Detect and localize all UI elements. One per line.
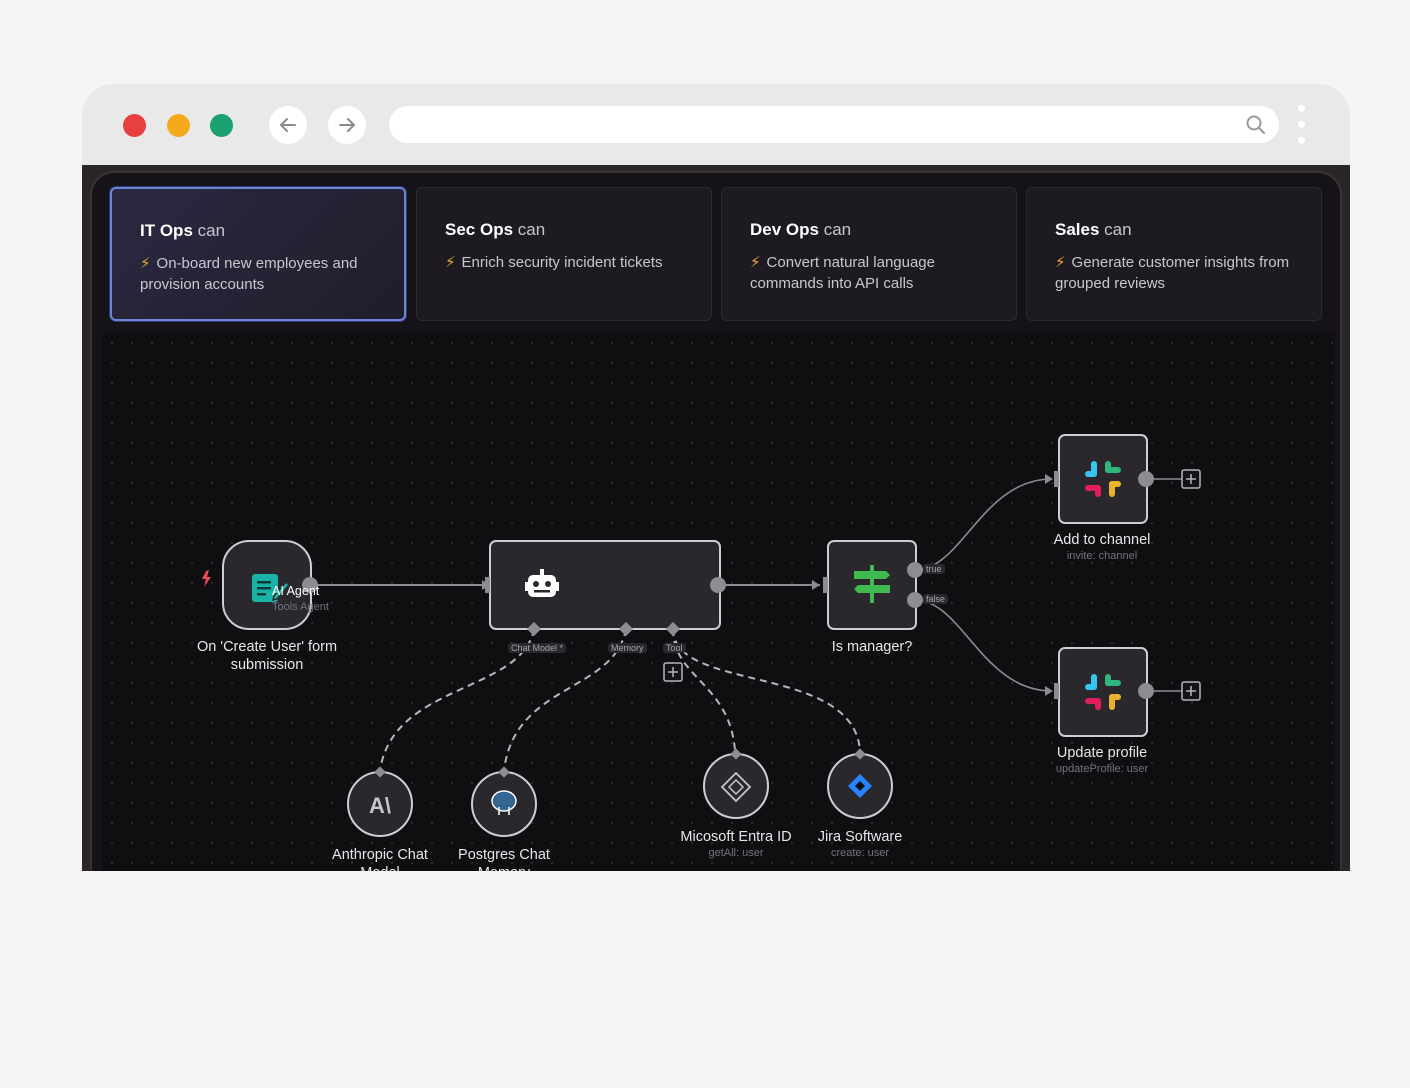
trigger-label: On 'Create User' form submission — [196, 639, 338, 673]
lightning-icon: ⚡ — [1055, 254, 1066, 271]
maximize-window-button[interactable] — [210, 114, 233, 137]
card-team: Sales — [1055, 220, 1100, 239]
entra-label: Micosoft Entra ID — [680, 829, 792, 845]
lightning-icon: ⚡ — [750, 254, 761, 271]
slack-node-add-channel[interactable] — [1058, 434, 1148, 524]
page-viewport: IT Ops can ⚡ On-board new employees and p… — [82, 165, 1350, 871]
card-team: IT Ops — [140, 221, 193, 240]
forward-button[interactable] — [328, 106, 366, 144]
arrow-right-icon — [339, 118, 355, 132]
arrow-left-icon — [280, 118, 296, 132]
lightning-icon: ⚡ — [140, 255, 151, 272]
card-description: Enrich security incident tickets — [461, 254, 663, 271]
card-suffix: can — [1104, 220, 1132, 239]
tool-port-label: Tool — [663, 643, 686, 653]
browser-window: IT Ops can ⚡ On-board new employees and p… — [82, 84, 1350, 871]
jira-label: Jira Software — [817, 829, 903, 845]
lightning-icon: ⚡ — [445, 254, 456, 271]
if-label: Is manager? — [831, 639, 913, 655]
card-team: Dev Ops — [750, 220, 819, 239]
card-description: Convert natural language commands into A… — [750, 254, 935, 292]
search-icon[interactable] — [1245, 114, 1267, 136]
workflow-showcase: IT Ops can ⚡ On-board new employees and p… — [90, 171, 1342, 871]
slack2-sub: updateProfile: user — [1055, 763, 1149, 775]
browser-toolbar — [82, 84, 1350, 165]
agent-title: AI Agent — [272, 584, 320, 598]
ai-agent-node[interactable] — [489, 540, 721, 630]
entra-node[interactable] — [703, 753, 769, 819]
slack-node-update-profile[interactable] — [1058, 647, 1148, 737]
card-description: On-board new employees and provision acc… — [140, 255, 358, 293]
more-options-icon[interactable] — [1298, 105, 1306, 145]
back-button[interactable] — [269, 106, 307, 144]
card-suffix: can — [197, 221, 226, 240]
entra-sub: getAll: user — [708, 847, 764, 859]
card-team: Sec Ops — [445, 220, 514, 239]
slack2-label: Update profile — [1056, 745, 1148, 761]
use-case-card-sec-ops[interactable]: Sec Ops can ⚡ Enrich security incident ti… — [416, 187, 712, 321]
use-case-card-sales[interactable]: Sales can ⚡ Generate customer insights fr… — [1026, 187, 1322, 321]
false-branch-label: false — [923, 594, 949, 604]
use-case-card-it-ops[interactable]: IT Ops can ⚡ On-board new employees and p… — [110, 187, 406, 321]
close-window-button[interactable] — [123, 114, 146, 137]
workflow-canvas[interactable]: A\ AI Agent Tools Agent On 'Create User'… — [102, 333, 1334, 871]
anthropic-icon: A\ — [369, 793, 391, 818]
slack1-label: Add to channel — [1053, 532, 1151, 548]
jira-sub: create: user — [830, 847, 890, 859]
minimize-window-button[interactable] — [167, 114, 190, 137]
card-description: Generate customer insights from grouped … — [1055, 254, 1290, 292]
slack1-sub: invite: channel — [1066, 550, 1138, 562]
use-case-card-dev-ops[interactable]: Dev Ops can ⚡ Convert natural language co… — [721, 187, 1017, 321]
memory-port-label: Memory — [608, 643, 647, 653]
card-suffix: can — [823, 220, 852, 239]
card-suffix: can — [517, 220, 546, 239]
anthropic-label: Anthropic Chat Model — [332, 847, 428, 871]
agent-subtitle: Tools Agent — [272, 601, 329, 613]
trigger-bolt-icon — [202, 570, 211, 587]
chat-model-port-label: Chat Model * — [508, 643, 567, 653]
address-bar[interactable] — [389, 106, 1279, 143]
true-branch-label: true — [923, 564, 945, 574]
postgres-label: Postgres Chat Memory — [458, 847, 550, 871]
